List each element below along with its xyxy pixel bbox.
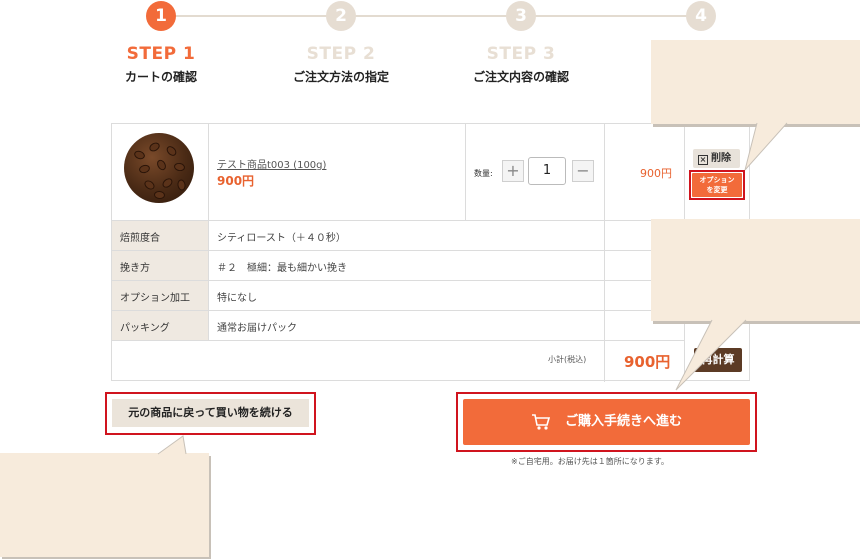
- step-1-title: STEP 1: [126, 44, 196, 64]
- callout-box-bottom-left: [0, 453, 209, 557]
- quantity-decrease-button[interactable]: −: [572, 160, 594, 182]
- change-option-highlight: [689, 170, 745, 200]
- callout-pointer-bottom-left: [158, 436, 186, 454]
- option-label-packing: パッキング: [120, 323, 170, 334]
- callout-box-middle-right: [651, 219, 860, 321]
- product-image[interactable]: [124, 133, 194, 203]
- option-value-packing: 通常お届けパック: [217, 323, 297, 334]
- subtotal-value: 900円: [624, 353, 671, 371]
- step-2-title: STEP 2: [306, 44, 376, 64]
- option-label-roast: 焙煎度合: [120, 233, 160, 244]
- callout-box-top-right: [651, 40, 860, 124]
- option-value-grind: ＃２ 極細：最も細かい挽き: [217, 263, 347, 274]
- quantity-label: 数量:: [474, 169, 493, 178]
- step-1-label: カートの確認: [124, 70, 197, 84]
- step-1-circle: 1: [146, 1, 176, 31]
- option-label-processing: オプション加工: [120, 293, 190, 304]
- quantity-input[interactable]: 1: [528, 157, 566, 185]
- subtotal-label: 小計(税込): [548, 355, 587, 364]
- step-2-circle: 2: [326, 1, 356, 31]
- quantity-increase-button[interactable]: +: [502, 160, 524, 182]
- option-value-processing: 特になし: [217, 293, 257, 304]
- delete-button[interactable]: × 削除: [693, 149, 740, 168]
- steps-progress-line: [176, 15, 696, 17]
- checkout-highlight: [456, 392, 757, 452]
- line-total: 900円: [640, 167, 672, 180]
- continue-shopping-highlight: [105, 392, 316, 435]
- delivery-note: ※ご自宅用。お届け先は１箇所になります。: [511, 457, 669, 466]
- step-2-label: ご注文方法の指定: [292, 70, 389, 84]
- close-icon: ×: [698, 155, 708, 165]
- step-3-circle: 3: [506, 1, 536, 31]
- callout-pointer-top-right: [745, 123, 787, 170]
- product-price: 900円: [217, 174, 255, 188]
- option-label-grind: 挽き方: [120, 263, 150, 274]
- option-value-roast: シティロースト（＋４０秒）: [217, 233, 346, 244]
- recalculate-button[interactable]: 再計算: [694, 348, 742, 372]
- product-name-link[interactable]: テスト商品t003 (100g): [217, 156, 326, 171]
- step-4-circle: 4: [686, 1, 716, 31]
- step-3-label: ご注文内容の確認: [472, 70, 569, 84]
- step-3-title: STEP 3: [486, 44, 556, 64]
- delete-label: 削除: [711, 153, 731, 164]
